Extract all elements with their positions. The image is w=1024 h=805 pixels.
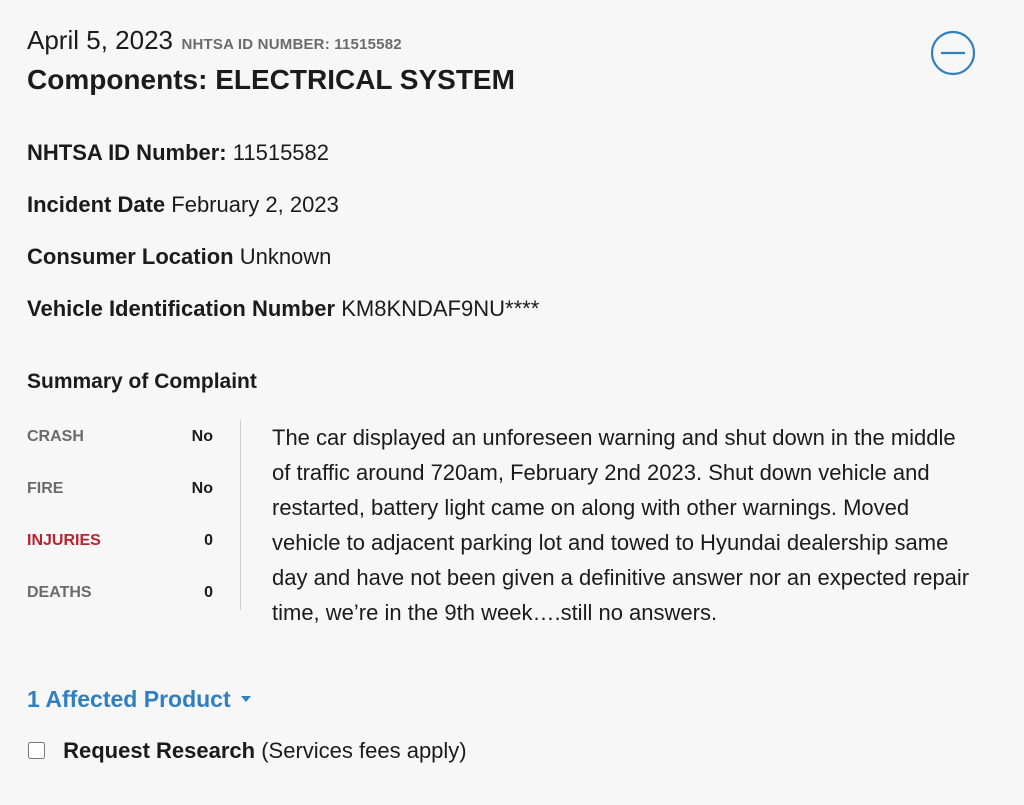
stat-injuries: INJURIES 0 <box>27 532 213 556</box>
stat-crash-label: CRASH <box>27 428 84 445</box>
stat-deaths-value: 0 <box>204 584 213 601</box>
stat-injuries-value: 0 <box>204 532 213 549</box>
complaint-card: April 5, 2023 NHTSA ID NUMBER: 11515582 … <box>27 0 997 805</box>
incident-date-value: February 2, 2023 <box>171 192 339 217</box>
stat-crash-value: No <box>191 428 213 445</box>
nhtsa-id-field: NHTSA ID Number: 11515582 <box>27 140 329 166</box>
complaint-date: April 5, 2023 <box>27 25 173 55</box>
consumer-location-value: Unknown <box>239 244 332 269</box>
stat-fire-label: FIRE <box>27 480 64 497</box>
nhtsa-id-value: 11515582 <box>232 140 330 165</box>
request-research: Request Research (Services fees apply) <box>27 738 467 764</box>
collapse-button[interactable] <box>930 30 976 76</box>
complaint-header: April 5, 2023 NHTSA ID NUMBER: 11515582 <box>27 25 402 56</box>
complaint-text: The car displayed an unforeseen warning … <box>272 425 970 625</box>
consumer-location-field: Consumer Location Unknown <box>27 244 331 270</box>
incident-date-field: Incident Date February 2, 2023 <box>27 192 339 218</box>
stat-injuries-label: INJURIES <box>27 532 101 549</box>
stat-crash: CRASH No <box>27 428 213 452</box>
affected-product-label: 1 Affected Product <box>27 686 231 712</box>
vin-value: KM8KNDAF9NU**** <box>341 296 540 321</box>
nhtsa-id-small: NHTSA ID NUMBER: 11515582 <box>181 36 402 53</box>
components-title: Components: ELECTRICAL SYSTEM <box>27 64 515 95</box>
affected-product-toggle[interactable]: 1 Affected Product <box>27 686 251 713</box>
request-research-note: (Services fees apply) <box>255 738 467 763</box>
caret-down-icon <box>240 695 251 702</box>
request-research-label[interactable]: Request Research <box>63 738 255 763</box>
stat-fire-value: No <box>191 480 213 497</box>
consumer-location-label: Consumer Location <box>27 244 234 269</box>
vin-field: Vehicle Identification Number KM8KNDAF9N… <box>27 296 539 322</box>
stat-deaths: DEATHS 0 <box>27 584 213 608</box>
summary-title: Summary of Complaint <box>27 370 257 393</box>
request-research-checkbox[interactable] <box>28 741 45 759</box>
nhtsa-id-label: NHTSA ID Number: <box>27 140 227 165</box>
vin-label: Vehicle Identification Number <box>27 296 336 321</box>
stat-fire: FIRE No <box>27 480 213 504</box>
minus-circle-icon <box>930 30 976 76</box>
stat-deaths-label: DEATHS <box>27 584 92 601</box>
incident-date-label: Incident Date <box>27 192 166 217</box>
complaint-stats: CRASH No FIRE No INJURIES 0 DEATHS 0 <box>27 420 241 610</box>
